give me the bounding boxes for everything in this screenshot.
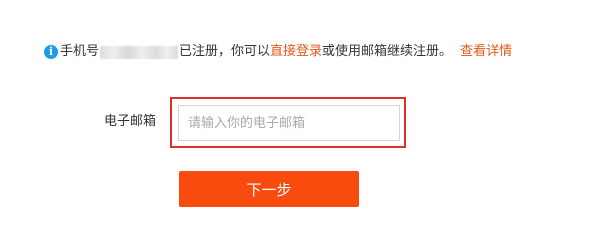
registration-page: i 手机号 已注册，你可以 直接登录 或使用邮箱继续注册。 查看详情 电子邮箱 … <box>0 0 604 229</box>
email-field[interactable] <box>178 105 400 141</box>
info-icon: i <box>44 45 58 59</box>
email-label: 电子邮箱 <box>104 114 157 129</box>
registered-phone-notice: i 手机号 已注册，你可以 直接登录 或使用邮箱继续注册。 查看详情 <box>44 43 512 61</box>
next-step-button[interactable]: 下一步 <box>179 171 359 207</box>
notice-email-text: 或使用邮箱继续注册。 <box>322 44 453 59</box>
masked-phone-number <box>100 45 179 59</box>
notice-registered-text: 已注册，你可以 <box>179 44 271 59</box>
view-details-link[interactable]: 查看详情 <box>460 43 512 61</box>
notice-prefix: 手机号 <box>60 44 100 59</box>
direct-login-link[interactable]: 直接登录 <box>270 43 322 61</box>
